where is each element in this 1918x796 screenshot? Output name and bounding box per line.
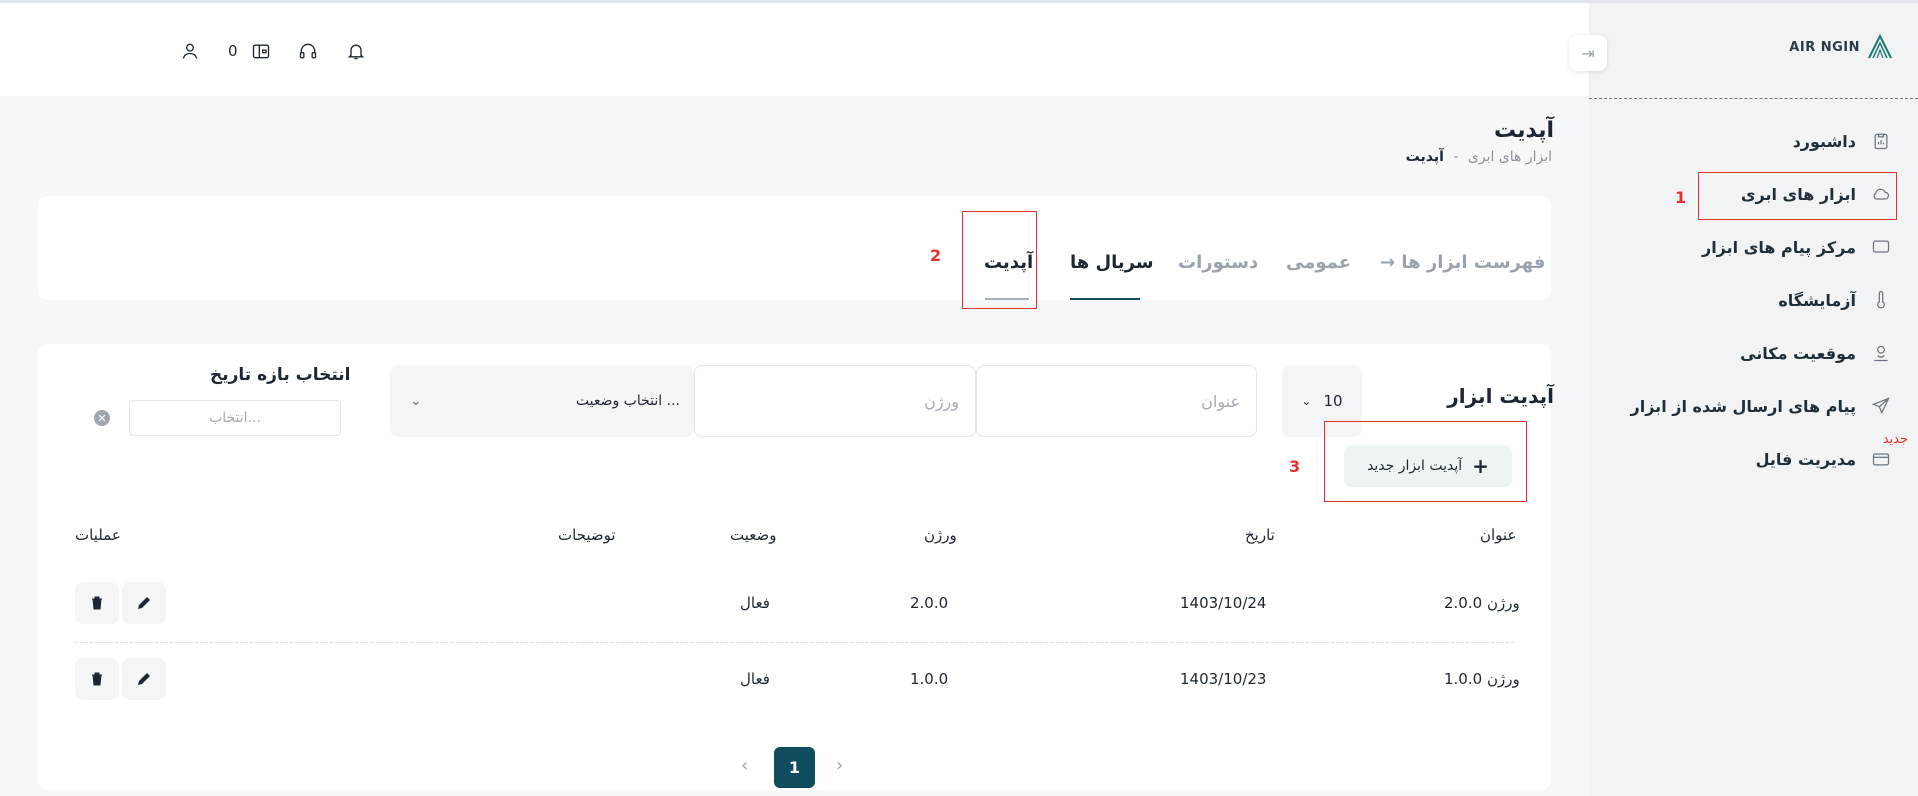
sidebar-divider (1589, 98, 1918, 99)
tab-serials-underline (1070, 298, 1140, 300)
date-range-input[interactable]: انتخاب... (129, 400, 341, 436)
column-header-status: وضعیت (730, 526, 777, 544)
chevron-down-icon: ⌄ (1301, 394, 1312, 408)
version-filter-input[interactable]: ورژن (694, 365, 976, 437)
table-cell-version: 2.0.0 (910, 594, 949, 612)
highlight-box-1 (1698, 172, 1897, 220)
sidebar-item-label: داشبورد (1792, 131, 1856, 151)
table-cell-status: فعال (740, 594, 770, 612)
date-range-placeholder: انتخاب... (209, 410, 261, 426)
column-header-title: عنوان (1480, 526, 1517, 544)
clipboard-icon (1870, 130, 1892, 152)
logo-mark-icon (1866, 33, 1894, 61)
send-icon (1870, 395, 1892, 417)
tab-serials[interactable]: سریال ها (1070, 252, 1154, 273)
chevron-down-icon: ⌄ (410, 393, 422, 409)
sidebar-item-sent-messages[interactable]: پیام های ارسال شده از ابزار (1631, 395, 1892, 417)
pencil-icon (138, 673, 150, 685)
tabs-card (38, 196, 1551, 300)
sidebar-item-label: موقعیت مکانی (1740, 343, 1856, 363)
headset-icon[interactable] (298, 41, 320, 63)
highlight-box-3 (1324, 421, 1527, 502)
column-header-version: ورژن (924, 526, 957, 544)
location-icon (1870, 342, 1892, 364)
table-cell-date: 1403/10/24 (1180, 594, 1267, 612)
highlight-box-2 (962, 211, 1037, 309)
sidebar-item-message-center[interactable]: مرکز پیام های ابزار (1702, 236, 1892, 258)
trash-icon (92, 596, 102, 610)
tab-commands[interactable]: دستورات (1178, 252, 1258, 273)
version-filter-placeholder: ورژن (924, 391, 959, 411)
column-header-actions: عملیات (75, 526, 121, 544)
table-cell-title: ورژن 1.0.0 (1444, 670, 1520, 688)
edit-button[interactable] (122, 582, 166, 624)
wallet-icon[interactable] (251, 41, 273, 63)
wallet-count: 0 (228, 42, 238, 60)
page-size-value: 10 (1323, 392, 1343, 410)
delete-button[interactable] (75, 658, 119, 700)
highlight-number-2: 2 (930, 246, 942, 265)
pagination-prev-icon[interactable]: ‹ (741, 755, 748, 776)
sidebar-item-label: مدیریت فایل (1755, 449, 1856, 469)
user-icon[interactable] (180, 41, 202, 63)
message-icon (1870, 236, 1892, 258)
table-cell-status: فعال (740, 670, 770, 688)
breadcrumb: ابزار های ابری - آپدیت (1406, 149, 1552, 165)
row-divider (75, 642, 1514, 643)
logo: AIR NGIN (1789, 33, 1894, 61)
table-cell-title: ورژن 2.0.0 (1444, 594, 1520, 612)
title-filter-input[interactable]: عنوان (976, 365, 1257, 437)
page-title: آپدیت (1493, 118, 1554, 143)
sidebar-item-location[interactable]: موقعیت مکانی (1740, 342, 1892, 364)
pencil-icon (138, 597, 150, 609)
status-filter-placeholder: انتخاب وضعیت ... (575, 393, 680, 409)
logo-text: AIR NGIN (1789, 39, 1860, 55)
title-filter-placeholder: عنوان (1201, 391, 1240, 411)
delete-button[interactable] (75, 582, 119, 624)
breadcrumb-current: آپدیت (1405, 149, 1444, 165)
sidebar-item-label: مرکز پیام های ابزار (1701, 237, 1856, 257)
column-header-description: توضیحات (558, 526, 616, 544)
pagination-next-icon[interactable]: › (836, 755, 843, 776)
collapse-sidebar-icon[interactable]: ⇥ (1569, 35, 1607, 71)
top-header: 0 (0, 0, 1589, 96)
breadcrumb-parent[interactable]: ابزار های ابری (1468, 149, 1552, 165)
highlight-number-3: 3 (1289, 457, 1301, 476)
bell-icon[interactable] (346, 41, 368, 63)
table-cell-date: 1403/10/23 (1180, 670, 1267, 688)
status-filter-select[interactable]: ⌄ انتخاب وضعیت ... (390, 365, 694, 437)
folder-icon (1870, 448, 1892, 470)
thermometer-icon (1870, 289, 1892, 311)
sidebar-item-label: آزمایشگاه (1778, 290, 1856, 310)
date-range-label: انتخاب بازه تاریخ (210, 365, 351, 385)
trash-icon (92, 672, 102, 686)
section-title: آپدیت ابزار (1447, 384, 1554, 408)
pagination-page[interactable]: 1 (774, 747, 815, 788)
new-badge: جدید (1882, 432, 1908, 447)
column-header-date: تاریخ (1245, 526, 1275, 544)
highlight-number-1: 1 (1675, 188, 1687, 207)
tab-general[interactable]: عمومی (1286, 252, 1351, 273)
edit-button[interactable] (122, 658, 166, 700)
sidebar-item-file-management[interactable]: مدیریت فایل (1756, 448, 1892, 470)
tab-tool-list[interactable]: → فهرست ابزار ها (1380, 252, 1545, 273)
sidebar-item-dashboard[interactable]: داشبورد (1793, 130, 1892, 152)
breadcrumb-separator: - (1453, 149, 1459, 165)
clear-icon[interactable]: ✕ (94, 410, 110, 426)
sidebar-item-lab[interactable]: آزمایشگاه (1778, 289, 1892, 311)
sidebar-item-label: پیام های ارسال شده از ابزار (1630, 396, 1856, 416)
table-cell-version: 1.0.0 (910, 670, 949, 688)
